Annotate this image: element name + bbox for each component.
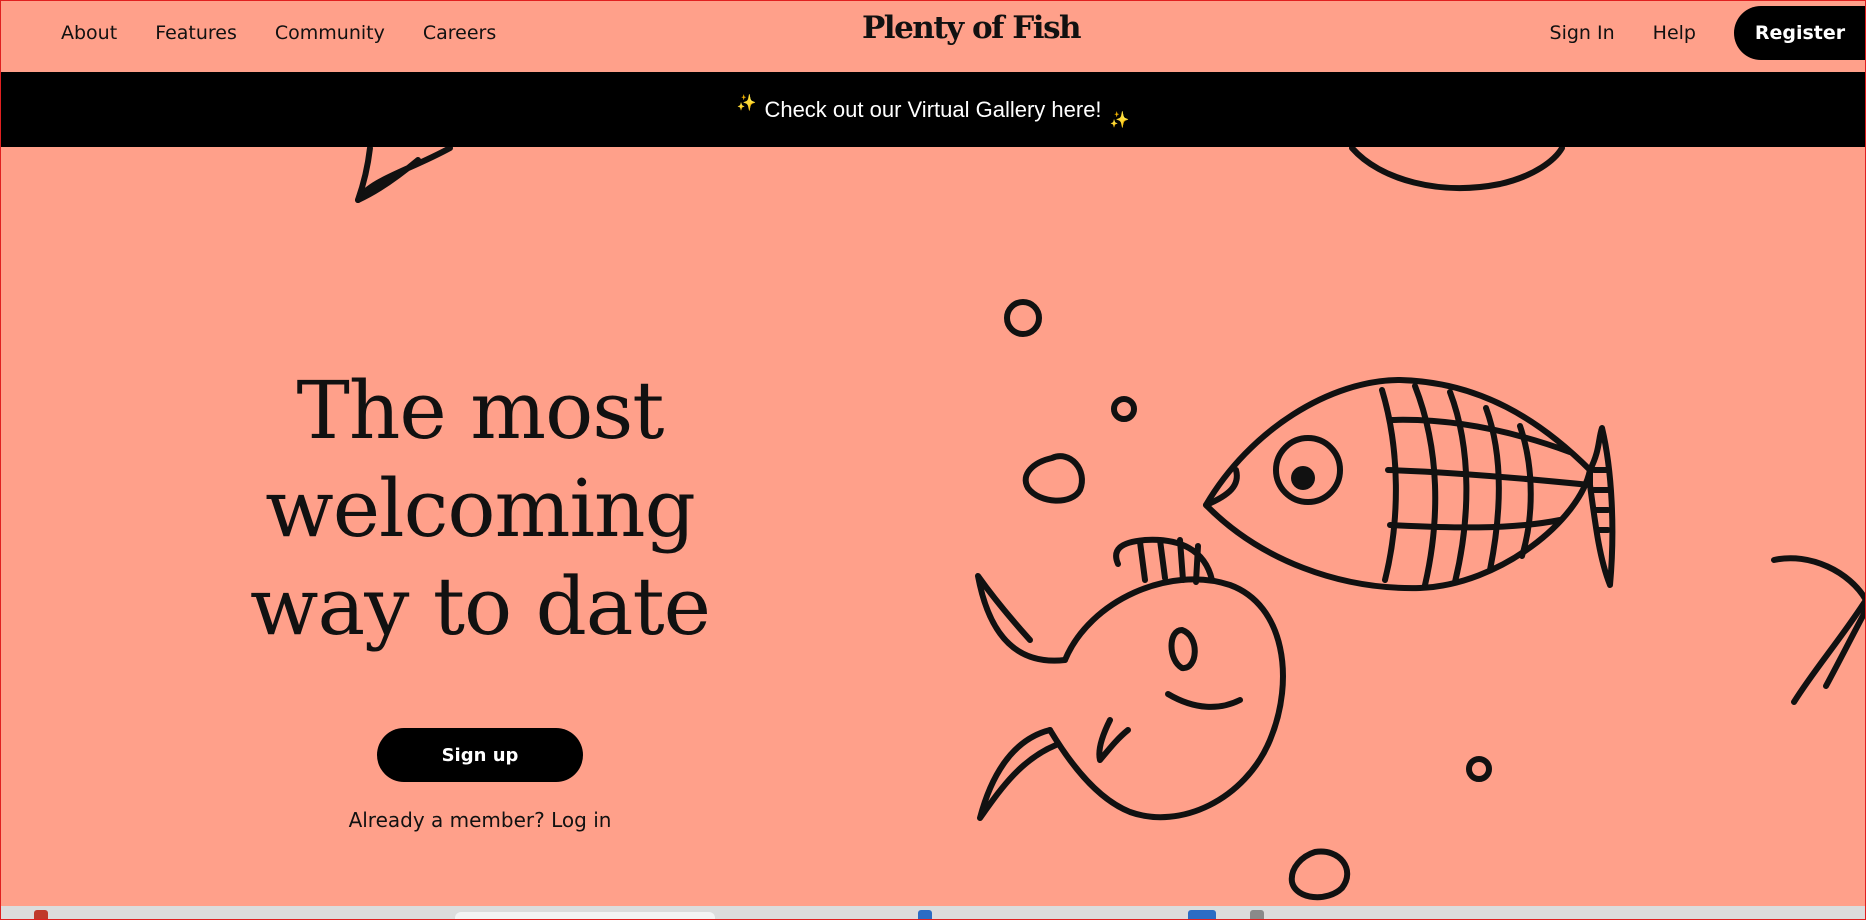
partial-fin-right bbox=[1771, 555, 1866, 705]
hero-heading-line: The most bbox=[296, 364, 665, 457]
member-login-prompt: Already a member? Log in bbox=[330, 808, 630, 832]
taskbar-app-icon[interactable] bbox=[1250, 910, 1264, 920]
bubble bbox=[1111, 396, 1137, 422]
taskbar-app-icon[interactable] bbox=[1188, 910, 1216, 920]
log-in-link[interactable]: Log in bbox=[551, 808, 611, 832]
taskbar-app-icon[interactable] bbox=[918, 910, 932, 920]
sparkle-icon: ✨ bbox=[1109, 111, 1130, 129]
partial-circle-doodle bbox=[1349, 145, 1565, 191]
sparkle-icon: ✨ bbox=[736, 94, 757, 112]
taskbar-search-pill[interactable] bbox=[455, 912, 715, 920]
partial-fin-line bbox=[355, 145, 373, 203]
lower-fish-doodle bbox=[975, 536, 1286, 821]
nav-community[interactable]: Community bbox=[275, 20, 385, 46]
account-nav: Sign In Help Register bbox=[1550, 6, 1866, 60]
nav-features[interactable]: Features bbox=[155, 20, 237, 46]
bubble bbox=[1004, 299, 1042, 337]
partial-fin-doodle bbox=[355, 145, 453, 203]
hero-heading-line: way to date bbox=[250, 560, 711, 653]
taskbar-app-icon[interactable] bbox=[34, 910, 48, 920]
primary-nav: About Features Community Careers bbox=[61, 20, 496, 46]
taskbar-strip bbox=[0, 906, 1866, 920]
sign-in-link[interactable]: Sign In bbox=[1550, 20, 1615, 46]
nav-careers[interactable]: Careers bbox=[423, 20, 496, 46]
announcement-banner[interactable]: ✨ Check out our Virtual Gallery here! ✨ bbox=[0, 72, 1866, 147]
register-button[interactable]: Register bbox=[1734, 6, 1866, 60]
bubble bbox=[1466, 756, 1492, 782]
hero-heading: The most welcoming way to date bbox=[200, 362, 760, 656]
bubble bbox=[1288, 848, 1351, 901]
nav-about[interactable]: About bbox=[61, 20, 117, 46]
top-navigation: About Features Community Careers Plenty … bbox=[0, 0, 1866, 72]
sign-up-button[interactable]: Sign up bbox=[377, 728, 583, 782]
bubble bbox=[1022, 453, 1085, 504]
brand-logo[interactable]: Plenty of Fish bbox=[862, 8, 1082, 48]
upper-fish-doodle bbox=[1203, 377, 1616, 592]
hero-heading-line: welcoming bbox=[265, 462, 696, 555]
help-link[interactable]: Help bbox=[1653, 20, 1696, 46]
banner-link[interactable]: Check out our Virtual Gallery here! bbox=[756, 97, 1109, 123]
member-prompt-text: Already a member? bbox=[348, 808, 545, 832]
